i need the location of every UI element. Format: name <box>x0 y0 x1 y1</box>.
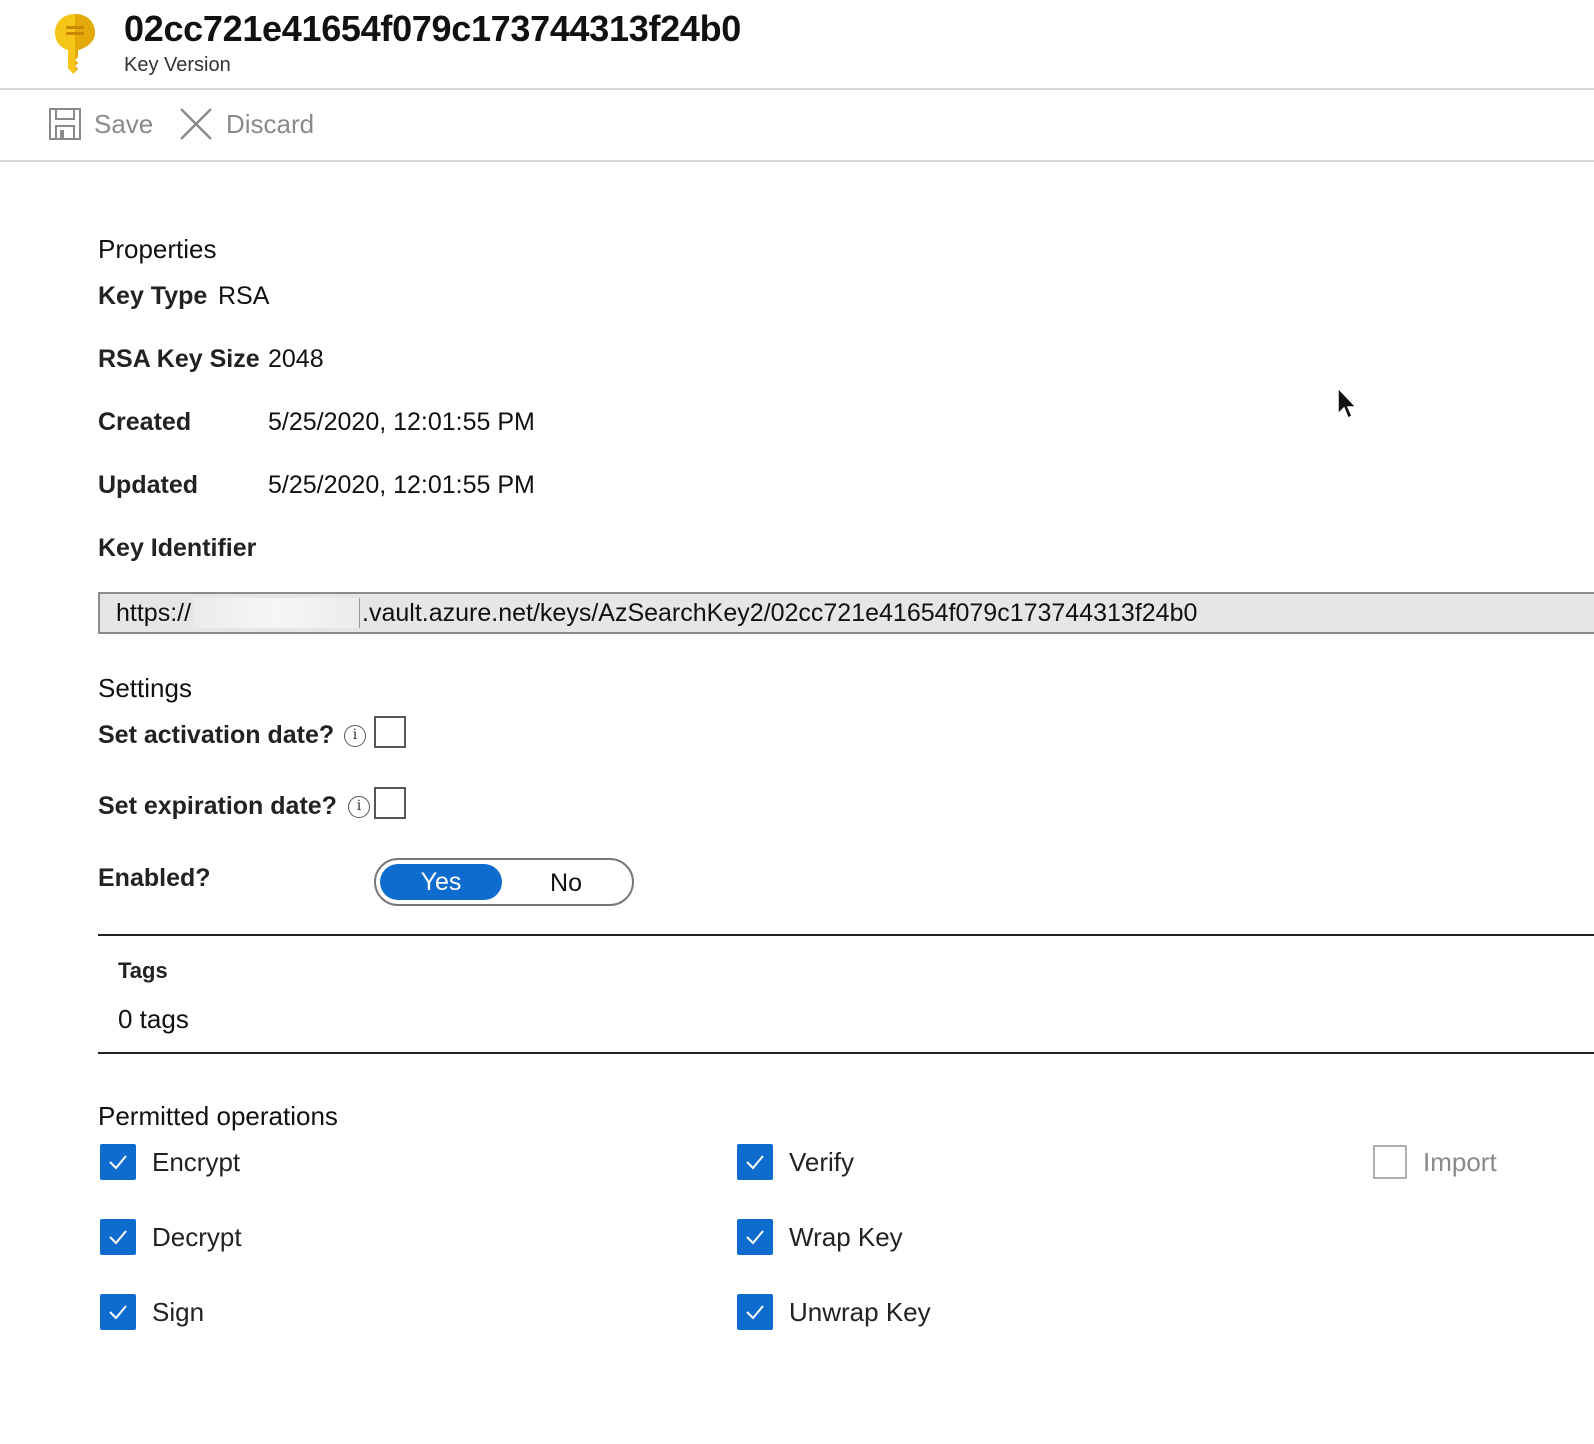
key-type-value: RSA <box>218 282 270 310</box>
activation-date-checkbox[interactable] <box>374 716 406 748</box>
wrap-key-checkbox[interactable]: Wrap Key <box>737 1219 903 1255</box>
identifier-suffix: .vault.azure.net/keys/AzSearchKey2/02cc7… <box>362 598 1198 627</box>
properties-heading: Properties <box>98 234 217 264</box>
identifier-prefix: https:// <box>116 598 192 627</box>
import-checkbox[interactable]: Import <box>1373 1144 1497 1180</box>
page-subtitle: Key Version <box>124 54 231 76</box>
close-icon <box>180 108 212 140</box>
key-type-label: Key Type <box>98 282 208 310</box>
divider <box>98 934 1594 936</box>
info-icon[interactable]: i <box>348 796 370 818</box>
key-identifier-label: Key Identifier <box>98 534 257 562</box>
key-identifier-field[interactable]: https:// .vault.azure.net/keys/AzSearchK… <box>98 592 1594 634</box>
mouse-cursor-icon <box>1337 386 1358 420</box>
key-size-value: 2048 <box>268 345 324 373</box>
permitted-operations-heading: Permitted operations <box>98 1101 338 1131</box>
checkmark-icon <box>100 1144 136 1180</box>
updated-value: 5/25/2020, 12:01:55 PM <box>268 471 535 499</box>
checkmark-icon <box>100 1294 136 1330</box>
checkmark-icon <box>737 1144 773 1180</box>
created-value: 5/25/2020, 12:01:55 PM <box>268 408 535 436</box>
updated-label: Updated <box>98 471 198 499</box>
created-label: Created <box>98 408 192 436</box>
info-icon[interactable]: i <box>344 725 366 747</box>
verify-label: Verify <box>789 1146 855 1177</box>
key-size-label: RSA Key Size <box>98 345 260 373</box>
activation-date-label: Set activation date? <box>98 721 335 749</box>
save-button[interactable]: Save <box>48 104 153 144</box>
page-title: 02cc721e41654f079c173744313f24b0 <box>124 8 741 49</box>
tags-link[interactable]: 0 tags <box>118 1004 189 1035</box>
wrap-key-label: Wrap Key <box>789 1221 903 1252</box>
enabled-label: Enabled? <box>98 864 211 892</box>
expiration-date-checkbox[interactable] <box>374 787 406 819</box>
checkmark-icon <box>737 1219 773 1255</box>
sign-label: Sign <box>152 1296 205 1327</box>
discard-label: Discard <box>226 108 315 139</box>
command-bar: Save Discard <box>0 90 1594 162</box>
unwrap-key-label: Unwrap Key <box>789 1296 931 1327</box>
import-label: Import <box>1423 1146 1497 1177</box>
enabled-no-option[interactable]: No <box>526 864 606 900</box>
expiration-date-label: Set expiration date? <box>98 792 337 820</box>
sign-checkbox[interactable]: Sign <box>100 1294 204 1330</box>
enabled-toggle: Yes No <box>374 858 634 906</box>
checkmark-icon <box>100 1219 136 1255</box>
page-header: 02cc721e41654f079c173744313f24b0 Key Ver… <box>0 0 1594 90</box>
divider <box>98 1052 1594 1054</box>
discard-button[interactable]: Discard <box>178 104 314 144</box>
tags-label: Tags <box>118 958 168 983</box>
decrypt-checkbox[interactable]: Decrypt <box>100 1219 242 1255</box>
encrypt-checkbox[interactable]: Encrypt <box>100 1144 240 1180</box>
enabled-yes-option[interactable]: Yes <box>380 864 502 900</box>
settings-heading: Settings <box>98 673 192 703</box>
decrypt-label: Decrypt <box>152 1221 242 1252</box>
encrypt-label: Encrypt <box>152 1146 241 1177</box>
key-icon <box>55 14 95 74</box>
checkbox-empty-icon <box>1373 1145 1407 1179</box>
redacted-vault-name <box>193 598 361 628</box>
verify-checkbox[interactable]: Verify <box>737 1144 854 1180</box>
save-icon <box>49 108 81 140</box>
save-label: Save <box>94 108 154 139</box>
unwrap-key-checkbox[interactable]: Unwrap Key <box>737 1294 931 1330</box>
checkmark-icon <box>737 1294 773 1330</box>
